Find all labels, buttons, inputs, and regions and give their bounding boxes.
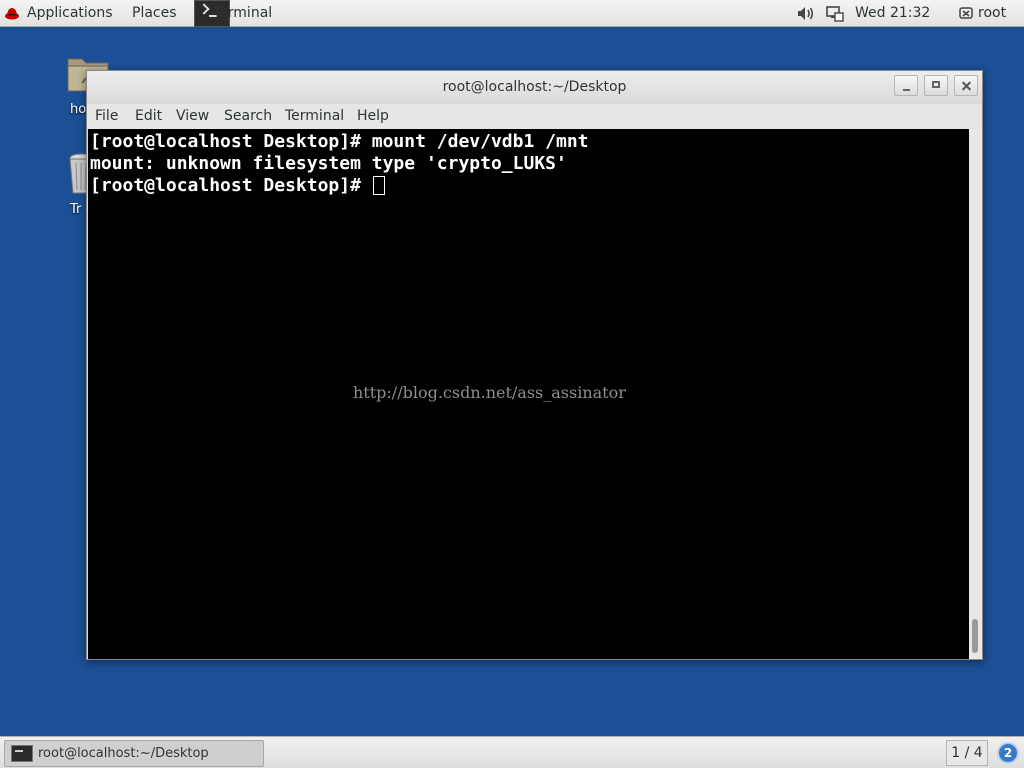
- menu-view[interactable]: View: [176, 104, 209, 129]
- home-folder-label[interactable]: ho: [70, 102, 86, 117]
- window-title: root@localhost:~/Desktop: [442, 79, 627, 95]
- terminal-line: mount: unknown filesystem type 'crypto_L…: [90, 153, 567, 174]
- applications-menu[interactable]: Applications: [27, 0, 113, 27]
- scrollbar-thumb[interactable]: [972, 619, 978, 653]
- taskbar-item-terminal[interactable]: root@localhost:~/Desktop: [4, 740, 264, 767]
- close-button[interactable]: [954, 75, 978, 96]
- menu-file[interactable]: File: [95, 104, 118, 129]
- watermark: http://blog.csdn.net/ass_assinator: [353, 383, 626, 402]
- terminal-scrollbar[interactable]: [969, 129, 982, 659]
- places-menu[interactable]: Places: [132, 0, 177, 27]
- clock[interactable]: Wed 21:32: [855, 0, 930, 27]
- minimize-button[interactable]: [894, 75, 918, 96]
- menu-edit[interactable]: Edit: [135, 104, 162, 129]
- taskbar-item-label: root@localhost:~/Desktop: [38, 746, 209, 761]
- user-menu[interactable]: root: [978, 0, 1006, 27]
- menu-search[interactable]: Search: [224, 104, 272, 129]
- terminal-line: [root@localhost Desktop]#: [90, 175, 372, 196]
- terminal-app-label[interactable]: Terminal: [213, 0, 272, 27]
- terminal-line: [root@localhost Desktop]# mount /dev/vdb…: [90, 131, 589, 152]
- notification-badge[interactable]: 2: [997, 742, 1019, 764]
- menu-terminal[interactable]: Terminal: [285, 104, 344, 129]
- bottom-panel: root@localhost:~/Desktop 1 / 4 2: [0, 736, 1024, 768]
- user-icon[interactable]: [959, 7, 973, 20]
- trash-label[interactable]: Tr: [70, 202, 81, 217]
- window-titlebar[interactable]: root@localhost:~/Desktop: [87, 71, 982, 104]
- terminal-window: root@localhost:~/Desktop File Edit View …: [86, 70, 983, 660]
- menu-help[interactable]: Help: [357, 104, 389, 129]
- terminal-cursor: [373, 176, 385, 195]
- volume-icon[interactable]: [797, 6, 815, 21]
- top-panel: Applications Places Terminal Wed 21:32 r…: [0, 0, 1024, 27]
- menubar: File Edit View Search Terminal Help: [87, 104, 982, 129]
- terminal-task-icon: [11, 745, 33, 762]
- network-icon[interactable]: [826, 6, 844, 22]
- maximize-button[interactable]: [924, 75, 948, 96]
- workspace-switcher[interactable]: 1 / 4: [946, 740, 988, 766]
- terminal-output[interactable]: [root@localhost Desktop]# mount /dev/vdb…: [88, 129, 969, 659]
- redhat-icon[interactable]: [5, 7, 19, 20]
